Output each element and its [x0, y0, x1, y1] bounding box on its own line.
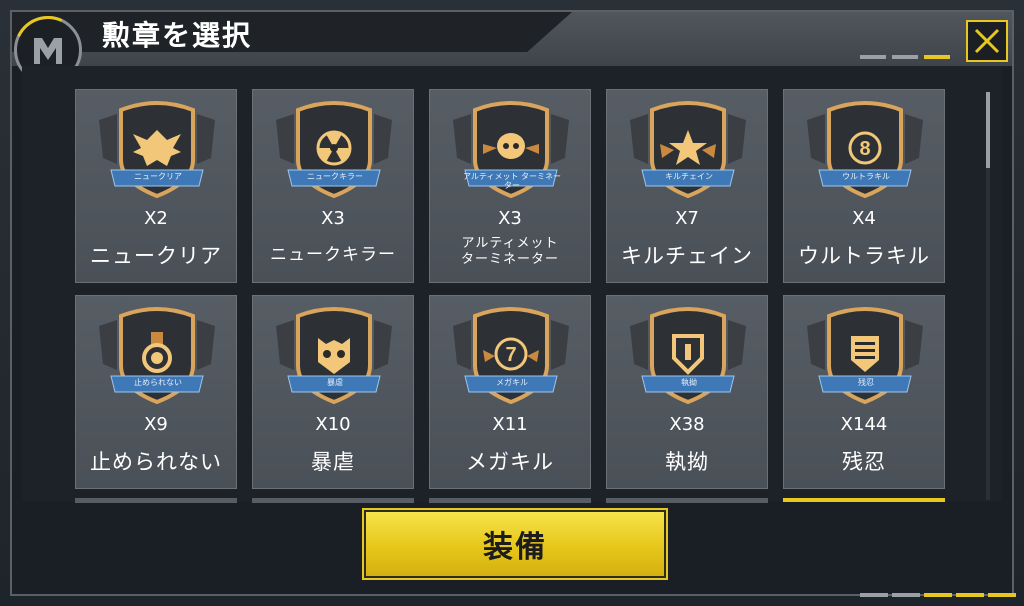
medal-name: 残忍: [842, 450, 886, 474]
medal-card[interactable]: 8 ウルトラキル X4 ウルトラキル: [783, 89, 945, 283]
stripes-medal-icon: [807, 307, 923, 405]
medal-count: X9: [144, 414, 168, 435]
title-plate: [12, 12, 572, 52]
medal-card[interactable]: 暴虐 X10 暴虐: [252, 295, 414, 489]
svg-text:8: 8: [859, 138, 870, 160]
medal-card[interactable]: 止められない X9 止められない: [75, 295, 237, 489]
chevron-medal-icon: [630, 307, 746, 405]
close-icon: [974, 28, 1000, 54]
medal-name: ウルトラキル: [798, 244, 930, 268]
card-partial: [429, 498, 591, 503]
eagle-medal-icon: [99, 101, 215, 199]
star-medal-icon: [630, 101, 746, 199]
number-8-medal-icon: 8: [807, 101, 923, 199]
medal-banner-label: メガキル: [496, 378, 528, 387]
medal-count: X4: [852, 208, 876, 229]
medal-banner-label: 執拗: [681, 378, 697, 387]
equip-button-label: 装備: [483, 530, 547, 565]
medal-name: ニュークキラー: [270, 245, 396, 265]
medal-count: X3: [321, 208, 345, 229]
medal-banner-label: ニュークキラー: [307, 172, 363, 181]
medal-count: X7: [675, 208, 699, 229]
medal-name: メガキル: [466, 450, 554, 474]
close-button[interactable]: [966, 20, 1008, 62]
scrollbar-thumb[interactable]: [986, 92, 990, 168]
radiation-medal-icon: [276, 101, 392, 199]
card-partial-selected: [783, 498, 945, 502]
medal-name: ニュークリア: [90, 244, 222, 268]
page-indicator-top: [860, 55, 950, 59]
card-partial: [606, 498, 768, 503]
medal-card[interactable]: アルティメット ターミネーター X3 アルティメット ターミネーター: [429, 89, 591, 283]
medal-banner-label: キルチェイン: [665, 172, 713, 181]
page-indicator-bottom: [860, 593, 1016, 597]
medal-banner-label: ウルトラキル: [842, 172, 890, 181]
medal-card[interactable]: キルチェイン X7 キルチェイン: [606, 89, 768, 283]
medal-name: 執拗: [665, 450, 709, 474]
medal-banner-label: ニュークリア: [134, 172, 182, 181]
medal-name: 止められない: [90, 450, 222, 474]
medal-banner-label: 暴虐: [327, 378, 343, 387]
medal-card[interactable]: 執拗 X38 執拗: [606, 295, 768, 489]
medal-count: X11: [492, 414, 528, 435]
equip-button[interactable]: 装備: [362, 508, 668, 580]
card-partial: [75, 498, 237, 503]
medal-count: X2: [144, 208, 168, 229]
medal-count: X144: [840, 414, 888, 435]
medal-card[interactable]: 残忍 X144 残忍: [783, 295, 945, 489]
medal-banner-label: 残忍: [858, 378, 874, 387]
medal-card[interactable]: 7 メガキル X11 メガキル: [429, 295, 591, 489]
svg-text:7: 7: [505, 344, 516, 366]
medal-banner-label: アルティメット ターミネーター: [463, 172, 561, 190]
medal-banner-label: 止められない: [134, 378, 182, 387]
medal-medal-icon: [99, 307, 215, 405]
medal-count: X10: [315, 414, 351, 435]
medal-count: X38: [669, 414, 705, 435]
page-title: 勲章を選択: [102, 19, 253, 52]
medal-count: X3: [498, 208, 522, 229]
medal-name: アルティメット ターミネーター: [460, 236, 559, 267]
medal-name: 暴虐: [311, 450, 355, 474]
medal-card[interactable]: ニュークリア X2 ニュークリア: [75, 89, 237, 283]
owl-medal-icon: [276, 307, 392, 405]
medal-card[interactable]: ニュークキラー X3 ニュークキラー: [252, 89, 414, 283]
card-partial: [252, 498, 414, 503]
medal-name: キルチェイン: [621, 244, 753, 268]
number-7-medal-icon: 7: [453, 307, 569, 405]
